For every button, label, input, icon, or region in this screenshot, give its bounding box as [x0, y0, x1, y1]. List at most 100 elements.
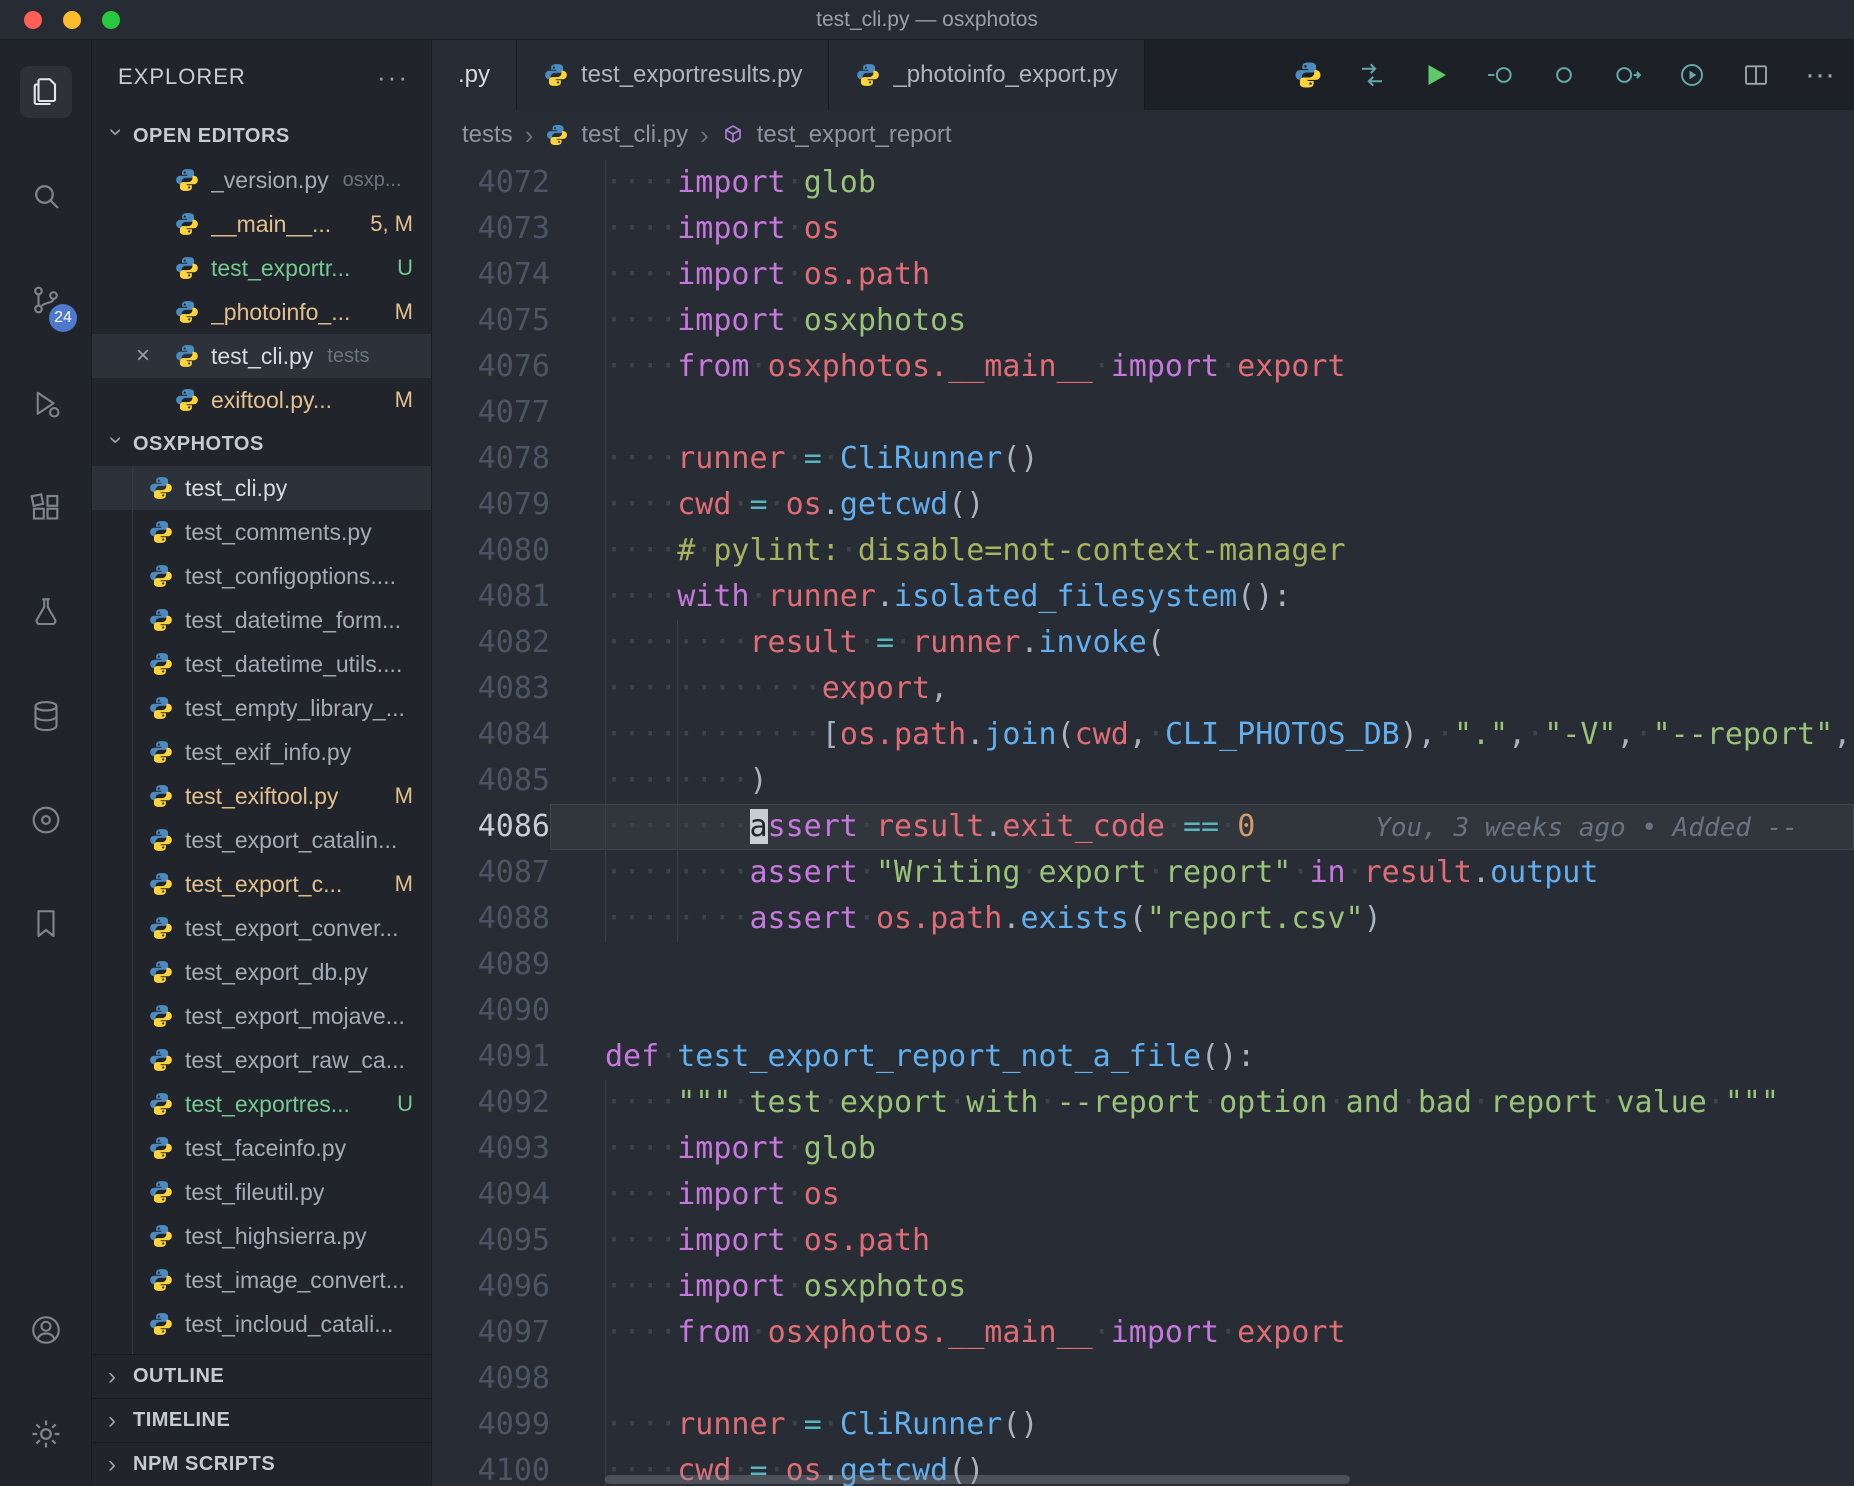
editor-tab[interactable]: .py [432, 40, 517, 110]
file-tree-item[interactable]: test_export_mojave... [92, 994, 431, 1038]
file-tree-item[interactable]: test_faceinfo.py [92, 1126, 431, 1170]
more-actions-icon[interactable]: ··· [377, 62, 409, 93]
line-number[interactable]: 4072 [432, 160, 550, 206]
code-line[interactable]: 4092····"""·test·export·with·--report·op… [432, 1080, 1854, 1126]
code-line[interactable]: 4082········result·=·runner.invoke( [432, 620, 1854, 666]
section-outline[interactable]: › OUTLINE [92, 1354, 431, 1398]
file-tree-item[interactable]: test_empty_library_... [92, 686, 431, 730]
section-timeline[interactable]: › TIMELINE [92, 1398, 431, 1442]
explorer-icon[interactable] [0, 40, 91, 144]
code-line[interactable]: 4091def·test_export_report_not_a_file(): [432, 1034, 1854, 1080]
run-file-icon[interactable] [1420, 59, 1452, 91]
line-number[interactable]: 4083 [432, 666, 550, 712]
extensions-icon[interactable] [0, 456, 91, 560]
line-number[interactable]: 4075 [432, 298, 550, 344]
line-number[interactable]: 4100 [432, 1448, 550, 1486]
line-number[interactable]: 4081 [432, 574, 550, 620]
source-control-icon[interactable]: 24 [0, 248, 91, 352]
line-number[interactable]: 4084 [432, 712, 550, 758]
line-number[interactable]: 4098 [432, 1356, 550, 1402]
line-number[interactable]: 4099 [432, 1402, 550, 1448]
breadcrumb-folder[interactable]: tests [462, 121, 513, 149]
python-icon[interactable] [1292, 59, 1324, 91]
more-actions-icon[interactable]: ··· [1804, 59, 1836, 91]
file-tree-item[interactable]: test_export_c... M [92, 862, 431, 906]
open-editor-item[interactable]: test_exportr... U [92, 246, 431, 290]
goto-icon[interactable] [1612, 59, 1644, 91]
breadcrumb-symbol[interactable]: test_export_report [757, 121, 952, 149]
line-number[interactable]: 4085 [432, 758, 550, 804]
section-folder[interactable]: › OSXPHOTOS [92, 422, 431, 466]
run-below-icon[interactable] [1484, 59, 1516, 91]
testing-icon[interactable] [0, 560, 91, 664]
split-editor-icon[interactable] [1740, 59, 1772, 91]
section-open-editors[interactable]: › OPEN EDITORS [92, 114, 431, 158]
file-tree-item[interactable]: test_datetime_form... [92, 598, 431, 642]
database-icon[interactable] [0, 664, 91, 768]
code-line[interactable]: 4088········assert·os.path.exists("repor… [432, 896, 1854, 942]
open-editor-item[interactable]: _version.py osxp... [92, 158, 431, 202]
circle-icon[interactable] [1548, 59, 1580, 91]
file-tree-item[interactable]: test_cli.py [92, 466, 431, 510]
line-number[interactable]: 4082 [432, 620, 550, 666]
line-number[interactable]: 4088 [432, 896, 550, 942]
code-line[interactable]: 4081····with·runner.isolated_filesystem(… [432, 574, 1854, 620]
run-all-icon[interactable] [1676, 59, 1708, 91]
line-number[interactable]: 4073 [432, 206, 550, 252]
code-area[interactable]: 4072····import·glob4073····import·os4074… [432, 160, 1854, 1486]
file-tree-item[interactable]: test_export_catalin... [92, 818, 431, 862]
code-line[interactable]: 4078····runner·=·CliRunner() [432, 436, 1854, 482]
open-editor-item[interactable]: _photoinfo_... M [92, 290, 431, 334]
file-tree-item[interactable]: test_incloud_catali... [92, 1302, 431, 1346]
line-number[interactable]: 4095 [432, 1218, 550, 1264]
line-number[interactable]: 4079 [432, 482, 550, 528]
code-line[interactable]: 4099····runner·=·CliRunner() [432, 1402, 1854, 1448]
gitlens-icon[interactable] [0, 768, 91, 872]
file-tree-item[interactable]: test_configoptions.... [92, 554, 431, 598]
open-editor-item[interactable]: exiftool.py... M [92, 378, 431, 422]
line-number[interactable]: 4074 [432, 252, 550, 298]
code-line[interactable]: 4075····import·osxphotos [432, 298, 1854, 344]
code-line[interactable]: 4094····import·os [432, 1172, 1854, 1218]
editor-tab[interactable]: _photoinfo_export.py [829, 40, 1144, 110]
line-number[interactable]: 4094 [432, 1172, 550, 1218]
line-number[interactable]: 4076 [432, 344, 550, 390]
code-line[interactable]: 4083············export, [432, 666, 1854, 712]
code-line[interactable]: 4072····import·glob [432, 160, 1854, 206]
code-line[interactable]: 4093····import·glob [432, 1126, 1854, 1172]
line-number[interactable]: 4077 [432, 390, 550, 436]
file-tree-item[interactable]: test_exportres... U [92, 1082, 431, 1126]
line-number[interactable]: 4092 [432, 1080, 550, 1126]
file-tree-item[interactable]: test_export_db.py [92, 950, 431, 994]
file-tree-item[interactable]: test_comments.py [92, 510, 431, 554]
editor-tab[interactable]: test_exportresults.py [517, 40, 829, 110]
breadcrumb-file[interactable]: test_cli.py [581, 121, 688, 149]
line-number[interactable]: 4078 [432, 436, 550, 482]
file-tree-item[interactable]: test_exiftool.py M [92, 774, 431, 818]
line-number[interactable]: 4090 [432, 988, 550, 1034]
code-line[interactable]: 4096····import·osxphotos [432, 1264, 1854, 1310]
line-number[interactable]: 4087 [432, 850, 550, 896]
code-line[interactable]: 4087········assert·"Writing·export·repor… [432, 850, 1854, 896]
open-editor-item[interactable]: × test_cli.py tests [92, 334, 431, 378]
code-line[interactable]: 4085········) [432, 758, 1854, 804]
line-number[interactable]: 4091 [432, 1034, 550, 1080]
code-line[interactable]: 4079····cwd·=·os.getcwd() [432, 482, 1854, 528]
code-line[interactable]: 4073····import·os [432, 206, 1854, 252]
search-icon[interactable] [0, 144, 91, 248]
line-number[interactable]: 4097 [432, 1310, 550, 1356]
code-line[interactable]: 4086········assert·result.exit_code·==·0… [432, 804, 1854, 850]
file-tree-item[interactable]: test_datetime_utils.... [92, 642, 431, 686]
section-npm-scripts[interactable]: › NPM SCRIPTS [92, 1442, 431, 1486]
file-tree-item[interactable]: test_fileutil.py [92, 1170, 431, 1214]
line-number[interactable]: 4096 [432, 1264, 550, 1310]
line-number[interactable]: 4089 [432, 942, 550, 988]
file-tree-item[interactable]: test_export_raw_ca... [92, 1038, 431, 1082]
file-tree-item[interactable]: test_highsierra.py [92, 1214, 431, 1258]
code-line[interactable]: 4084············[os.path.join(cwd,·CLI_P… [432, 712, 1854, 758]
file-tree-item[interactable]: test_image_convert... [92, 1258, 431, 1302]
code-line[interactable]: 4098 [432, 1356, 1854, 1402]
close-icon[interactable]: × [136, 342, 150, 369]
code-line[interactable]: 4076····from·osxphotos.__main__·import·e… [432, 344, 1854, 390]
bookmarks-icon[interactable] [0, 872, 91, 976]
